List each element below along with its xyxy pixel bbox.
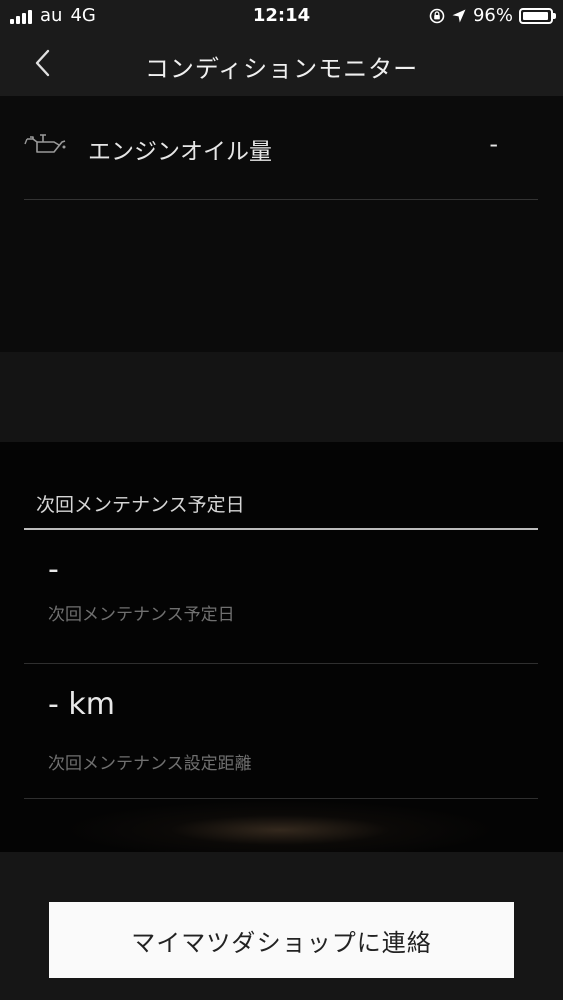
section-divider-band <box>0 352 563 442</box>
orientation-lock-icon <box>429 8 445 23</box>
next-maintenance-date-value: - <box>48 552 59 587</box>
next-maintenance-date-caption: 次回メンテナンス予定日 <box>48 605 235 625</box>
oil-level-row: エンジンオイル量 - <box>24 96 538 200</box>
maintenance-section: 次回メンテナンス予定日 - 次回メンテナンス予定日 - km 次回メンテナンス設… <box>0 442 563 852</box>
contact-dealer-button[interactable]: マイマツダショップに連絡 <box>49 902 514 978</box>
next-maintenance-date-row: - 次回メンテナンス予定日 <box>24 528 538 664</box>
oil-can-icon <box>24 134 66 153</box>
battery-percent: 96% <box>472 5 513 26</box>
page-title: コンディションモニター <box>144 55 419 83</box>
next-maintenance-distance-caption: 次回メンテナンス設定距離 <box>48 754 252 774</box>
next-maintenance-distance-row: - km 次回メンテナンス設定距離 <box>24 663 538 799</box>
status-right: 96% <box>429 5 556 26</box>
oil-level-value: - <box>489 130 498 158</box>
location-arrow-icon <box>452 9 466 22</box>
condition-monitor-screen: au 4G 12:14 96% コンディションモニター エンジンオイル量 - 次… <box>0 0 563 1000</box>
status-bar: au 4G 12:14 96% <box>0 0 563 32</box>
footer: マイマツダショップに連絡 <box>0 852 563 1000</box>
battery-icon <box>519 7 556 24</box>
oil-section: エンジンオイル量 - <box>0 96 563 352</box>
maintenance-header-label: 次回メンテナンス予定日 <box>36 494 245 516</box>
navigation-bar: コンディションモニター <box>0 32 563 96</box>
oil-level-label: エンジンオイル量 <box>88 139 272 165</box>
next-maintenance-distance-value: - km <box>48 687 115 722</box>
maintenance-header: 次回メンテナンス予定日 <box>24 442 538 530</box>
battery-fill <box>523 11 548 20</box>
